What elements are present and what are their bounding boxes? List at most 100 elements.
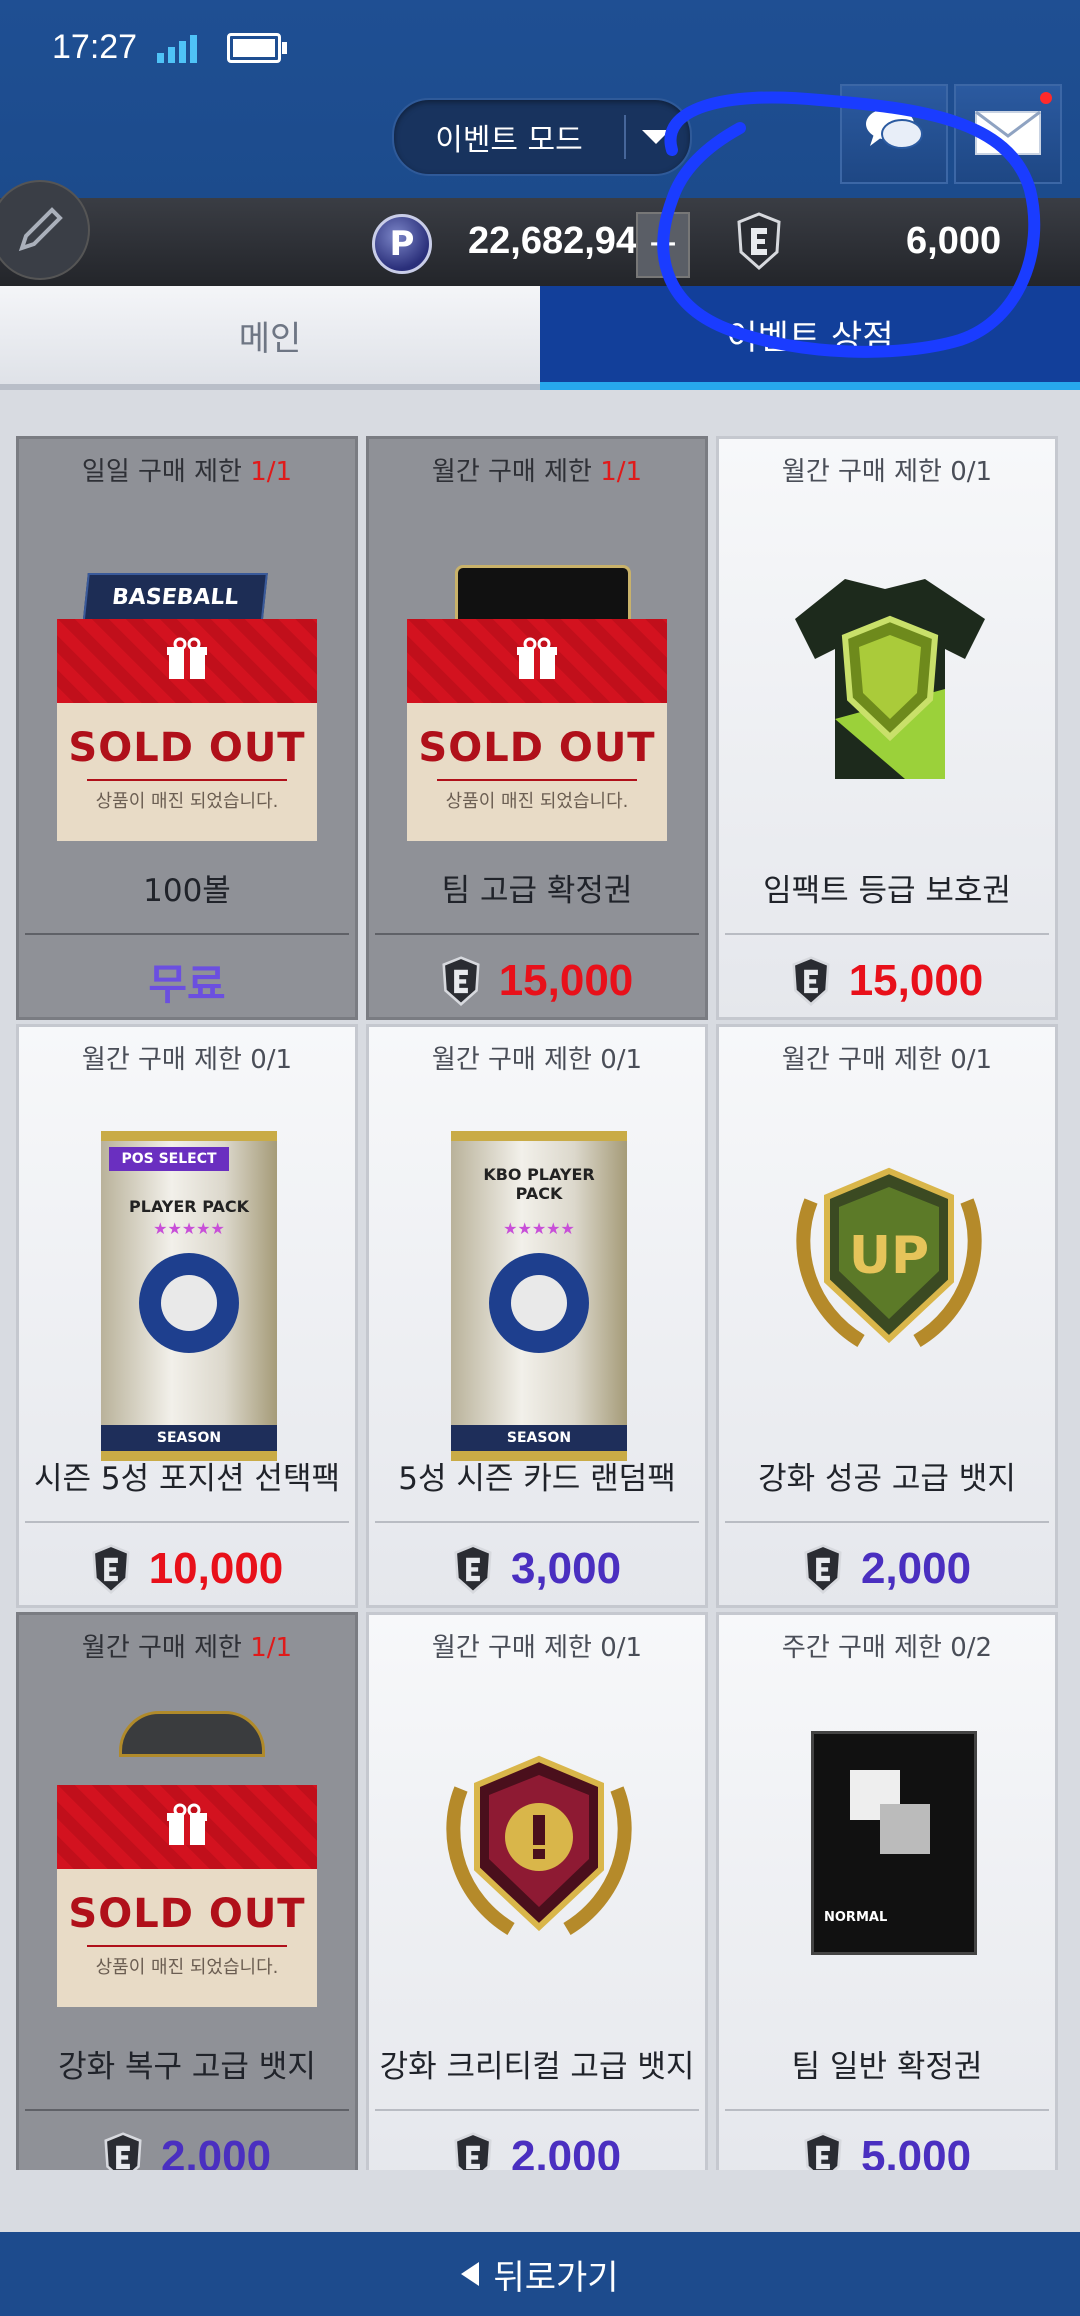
price-value: 10,000 — [148, 1544, 284, 1593]
event-coin-icon — [804, 2132, 842, 2170]
tab-event-label: 이벤트 상점 — [726, 317, 894, 358]
tab-main[interactable]: 메인 — [0, 286, 540, 390]
edit-button[interactable] — [0, 180, 90, 280]
item-price: 15,000 — [369, 951, 705, 1011]
chevron-down-icon[interactable] — [642, 130, 670, 144]
mode-separator — [624, 115, 626, 159]
price-value: 2,000 — [860, 1544, 972, 1593]
item-name: 강화 성공 고급 뱃지 — [758, 1461, 1016, 1497]
tab-event-shop[interactable]: 이벤트 상점 — [540, 286, 1080, 390]
sold-out-overlay: SOLD OUT 상품이 매진 되었습니다. — [57, 1785, 317, 2007]
item-name: 100볼 — [143, 873, 231, 909]
sold-out-title: SOLD OUT — [68, 725, 306, 771]
notification-dot — [1040, 92, 1052, 104]
item-price: 5,000 — [719, 2127, 1055, 2170]
item-image: NORMAL — [719, 1685, 1055, 2025]
purchase-limit: 월간 구매 제한 0/1 — [81, 1045, 293, 1075]
pencil-icon — [18, 207, 63, 252]
purchase-limit: 월간 구매 제한 1/1 — [81, 1633, 293, 1663]
divider — [725, 2109, 1049, 2111]
event-coin-icon — [454, 1544, 492, 1594]
event-coin-icon — [792, 956, 830, 1006]
mail-button[interactable] — [954, 84, 1062, 184]
item-name: 임팩트 등급 보호권 — [763, 873, 1011, 909]
mail-icon — [975, 110, 1041, 155]
divider — [725, 933, 1049, 935]
item-card[interactable]: 월간 구매 제한 0/1 강화 크리티컬 고급 뱃지 2,000 — [366, 1612, 708, 2170]
normal-card: NORMAL — [811, 1731, 977, 1955]
badge-top — [119, 1711, 265, 1757]
event-coin-icon — [737, 212, 781, 270]
price-value: 15,000 — [848, 956, 984, 1005]
back-arrow-icon — [461, 2262, 480, 2286]
player-pack: POS SELECT PLAYER PACK ★★★★★ SEASON — [101, 1131, 277, 1461]
purchase-limit: 월간 구매 제한 1/1 — [431, 457, 643, 487]
price-value: 3,000 — [510, 1544, 622, 1593]
divider — [25, 2109, 349, 2111]
item-image: POS SELECT PLAYER PACK ★★★★★ SEASON — [19, 1097, 355, 1461]
item-name: 강화 크리티컬 고급 뱃지 — [379, 2049, 695, 2085]
event-coin-icon — [804, 1544, 842, 1594]
item-card[interactable]: 월간 구매 제한 1/1 SOLD OUT 상품이 매진 되었습니다. 강화 복구… — [16, 1612, 358, 2170]
item-image — [719, 509, 1055, 849]
event-coin-icon — [104, 2132, 142, 2170]
item-name: 5성 시즌 카드 랜덤팩 — [398, 1461, 676, 1497]
sold-out-title: SOLD OUT — [68, 1891, 306, 1937]
status-time: 17:27 — [52, 28, 138, 66]
item-price: 3,000 — [369, 1539, 705, 1599]
item-card[interactable]: 주간 구매 제한 0/2 NORMAL 팀 일반 확정권 5,000 — [716, 1612, 1058, 2170]
divider — [375, 933, 699, 935]
mode-label: 이벤트 모드 — [435, 123, 583, 158]
purchase-limit: 월간 구매 제한 0/1 — [431, 1045, 643, 1075]
gift-icon — [167, 637, 207, 679]
points-coin-icon: P — [372, 214, 432, 274]
event-coin-icon — [92, 1544, 130, 1594]
item-image — [369, 1685, 705, 2025]
item-name: 강화 복구 고급 뱃지 — [58, 2049, 316, 2085]
mode-selector[interactable]: 이벤트 모드 — [392, 98, 692, 176]
add-points-button[interactable]: + — [636, 212, 690, 278]
sold-out-title: SOLD OUT — [418, 725, 656, 771]
jersey-shield-icon — [795, 579, 985, 779]
back-button[interactable]: 뒤로가기 — [0, 2232, 1080, 2316]
item-card[interactable]: 월간 구매 제한 1/1 SOLD OUT 상품이 매진 되었습니다. 팀 고급 … — [366, 436, 708, 1020]
event-coin-icon — [442, 956, 480, 1006]
item-image: UP — [719, 1097, 1055, 1437]
divider — [375, 1521, 699, 1523]
up-badge-icon: UP — [796, 1167, 982, 1347]
sold-out-subtitle: 상품이 매진 되었습니다. — [95, 1957, 279, 1978]
points-value: 22,682,946 — [468, 220, 659, 262]
price-value: 5,000 — [860, 2132, 972, 2170]
item-card[interactable]: 월간 구매 제한 0/1 UP 강화 성공 고급 뱃지 2,000 — [716, 1024, 1058, 1608]
sold-out-subtitle: 상품이 매진 되었습니다. — [95, 791, 279, 812]
price-value: 2,000 — [160, 2132, 272, 2170]
svg-text:UP: UP — [849, 1226, 929, 1286]
item-card[interactable]: 일일 구매 제한 1/1 BASEBALL SOLD OUT 상품이 매진 되었습… — [16, 436, 358, 1020]
item-card[interactable]: 월간 구매 제한 0/1 KBO PLAYER PACK ★★★★★ SEASO… — [366, 1024, 708, 1608]
item-card[interactable]: 월간 구매 제한 0/1 임팩트 등급 보호권 15,000 — [716, 436, 1058, 1020]
item-name: 팀 고급 확정권 — [441, 873, 633, 909]
item-card[interactable]: 월간 구매 제한 0/1 POS SELECT PLAYER PACK ★★★★… — [16, 1024, 358, 1608]
item-image: KBO PLAYER PACK ★★★★★ SEASON — [369, 1097, 705, 1461]
chat-icon — [866, 108, 923, 149]
event-coin-icon — [454, 2132, 492, 2170]
sold-out-overlay: SOLD OUT 상품이 매진 되었습니다. — [57, 619, 317, 841]
status-bar: 17:27 — [52, 28, 288, 67]
divider — [25, 933, 349, 935]
divider — [25, 1521, 349, 1523]
price-value: 2,000 — [510, 2132, 622, 2170]
item-name: 팀 일반 확정권 — [791, 2049, 983, 2085]
divider — [725, 1521, 1049, 1523]
battery-icon — [227, 32, 288, 63]
item-price: 15,000 — [719, 951, 1055, 1011]
gift-icon — [517, 637, 557, 679]
back-label: 뒤로가기 — [493, 2257, 619, 2298]
sold-out-overlay: SOLD OUT 상품이 매진 되었습니다. — [407, 619, 667, 841]
purchase-limit: 월간 구매 제한 0/1 — [781, 1045, 993, 1075]
price-value: 15,000 — [498, 956, 634, 1005]
item-price: 2,000 — [719, 1539, 1055, 1599]
purchase-limit: 일일 구매 제한 1/1 — [81, 457, 293, 487]
player-pack: KBO PLAYER PACK ★★★★★ SEASON — [451, 1131, 627, 1461]
item-name: 시즌 5성 포지션 선택팩 — [34, 1461, 340, 1497]
chat-button[interactable] — [840, 84, 948, 184]
